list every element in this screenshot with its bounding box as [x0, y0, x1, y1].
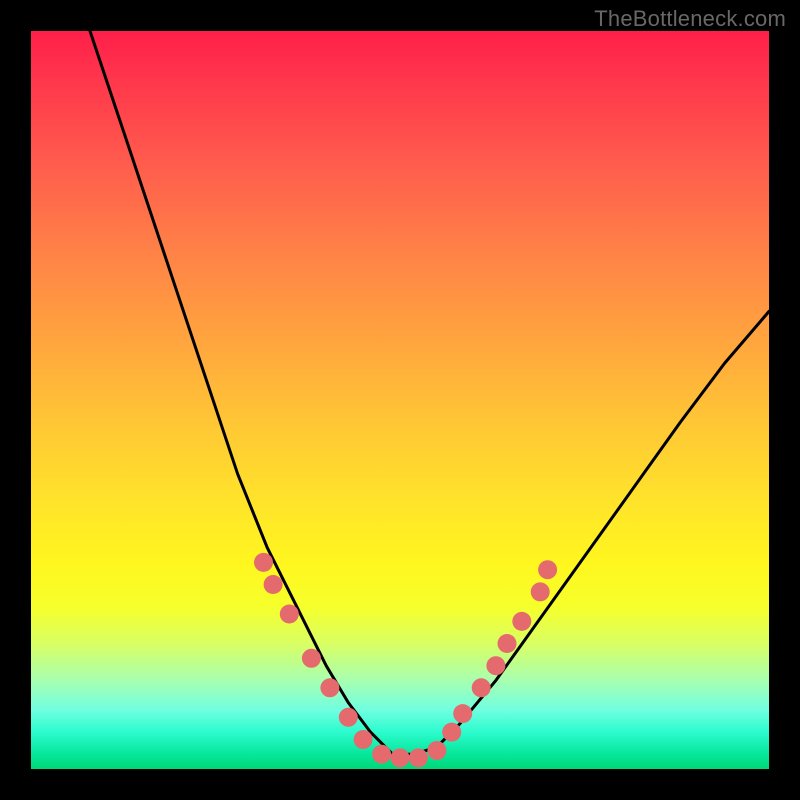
curve-marker — [391, 748, 410, 767]
curve-marker — [453, 704, 472, 723]
curve-marker — [320, 678, 339, 697]
curve-marker — [472, 678, 491, 697]
plot-area — [31, 31, 769, 769]
curve-marker — [442, 723, 461, 742]
curve-marker — [486, 656, 505, 675]
curve-marker — [264, 575, 283, 594]
curve-marker — [354, 730, 373, 749]
curve-marker — [409, 748, 428, 767]
curve-marker — [302, 649, 321, 668]
curve-marker — [498, 634, 517, 653]
curve-marker — [254, 553, 273, 572]
curve-marker — [372, 745, 391, 764]
curve-marker — [531, 582, 550, 601]
curve-marker — [512, 612, 531, 631]
curve-marker — [538, 560, 557, 579]
watermark-text: TheBottleneck.com — [594, 6, 786, 32]
chart-frame: TheBottleneck.com — [0, 0, 800, 800]
curve-marker — [339, 708, 358, 727]
bottleneck-curve-svg — [31, 31, 769, 769]
curve-marker — [280, 605, 299, 624]
curve-marker — [427, 741, 446, 760]
bottleneck-curve — [90, 31, 769, 754]
